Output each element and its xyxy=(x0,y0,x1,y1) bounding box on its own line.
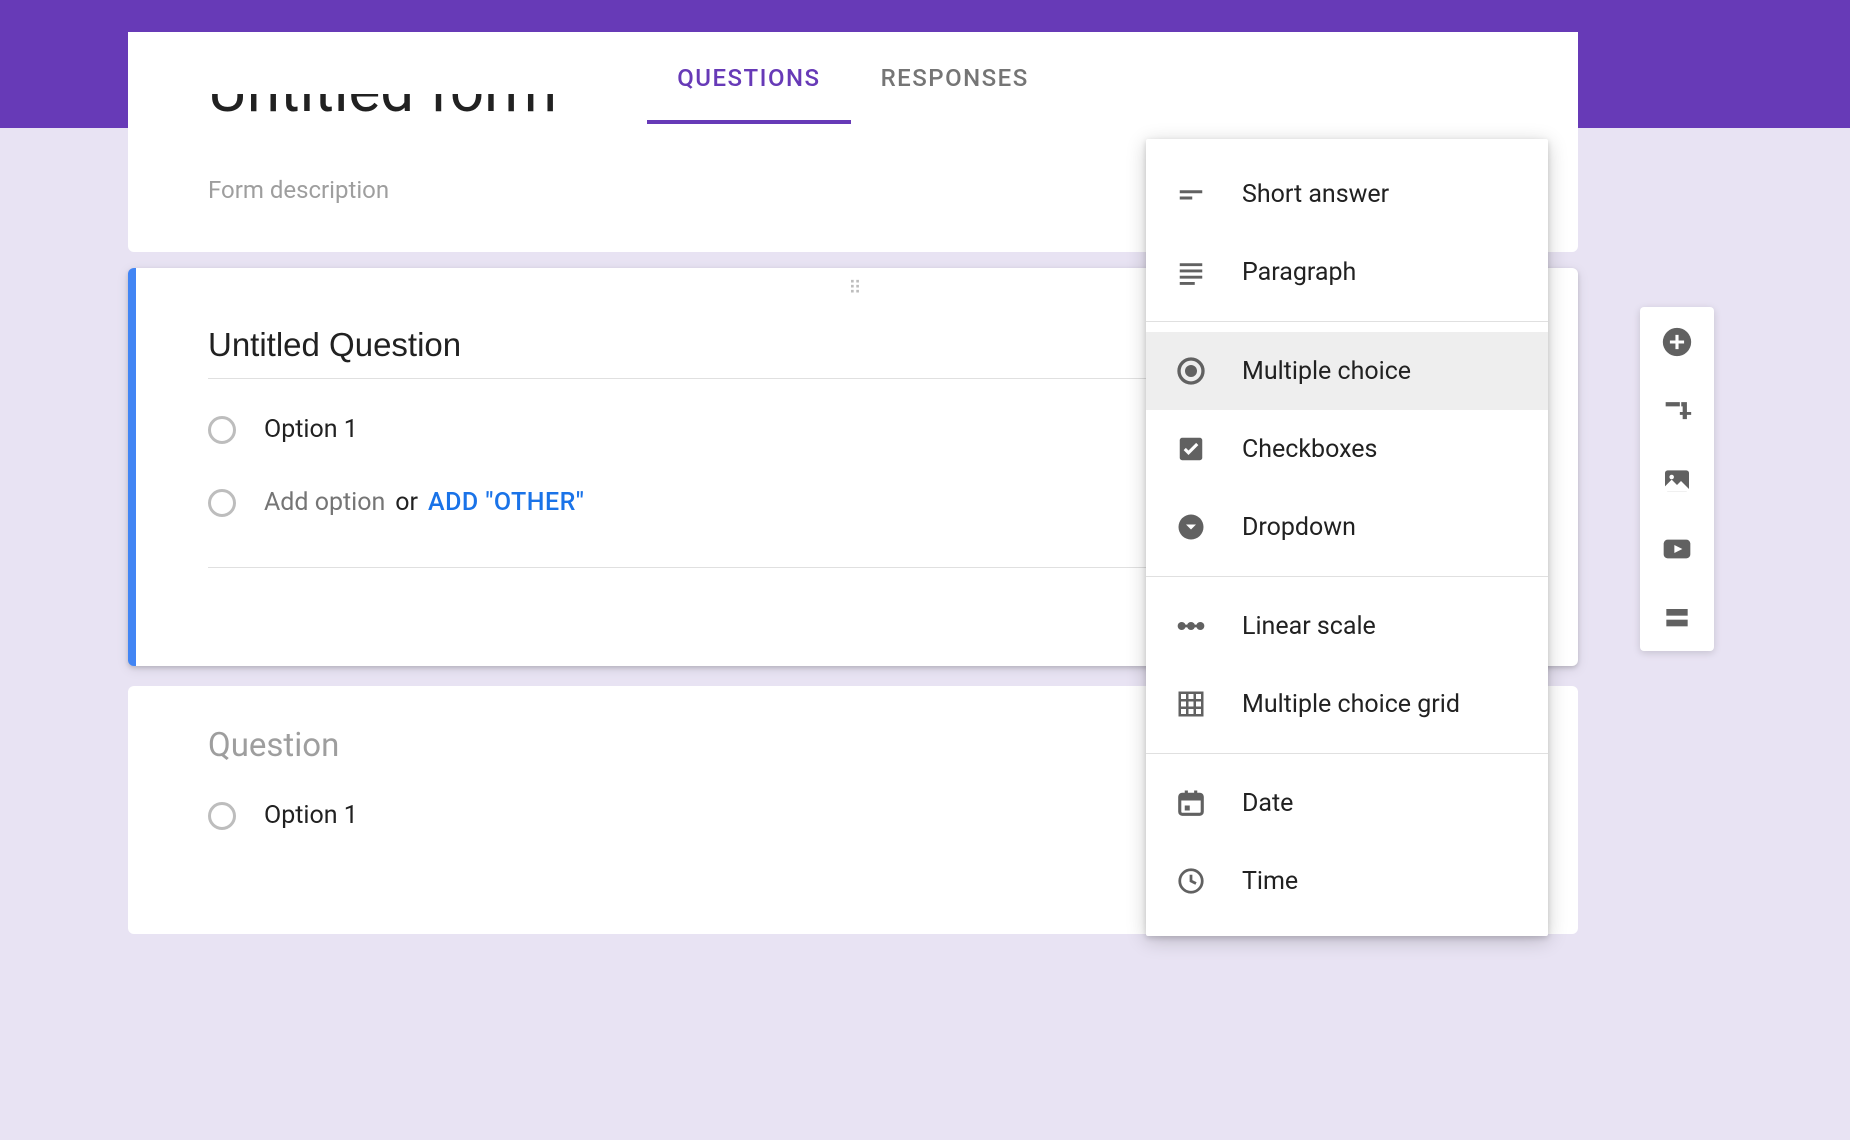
menu-item-multiple-choice[interactable]: Multiple choice xyxy=(1146,332,1548,410)
menu-label: Multiple choice grid xyxy=(1242,690,1460,719)
menu-label: Paragraph xyxy=(1242,258,1356,287)
add-question-button[interactable] xyxy=(1660,325,1694,359)
paragraph-icon xyxy=(1174,255,1208,289)
menu-item-checkboxes[interactable]: Checkboxes xyxy=(1146,410,1548,488)
menu-label: Date xyxy=(1242,789,1293,818)
calendar-icon xyxy=(1174,786,1208,820)
dropdown-icon xyxy=(1174,510,1208,544)
add-video-button[interactable] xyxy=(1661,533,1693,565)
radio-icon xyxy=(208,802,236,830)
menu-item-short-answer[interactable]: Short answer xyxy=(1146,155,1548,233)
menu-divider xyxy=(1146,753,1548,754)
menu-item-paragraph[interactable]: Paragraph xyxy=(1146,233,1548,311)
radio-icon xyxy=(208,416,236,444)
option-label[interactable]: Option 1 xyxy=(264,415,358,444)
add-option-link[interactable]: Add option xyxy=(264,488,385,517)
clock-icon xyxy=(1174,864,1208,898)
menu-divider xyxy=(1146,576,1548,577)
menu-label: Short answer xyxy=(1242,180,1389,209)
menu-item-multiple-choice-grid[interactable]: Multiple choice grid xyxy=(1146,665,1548,743)
grid-icon xyxy=(1174,687,1208,721)
menu-label: Dropdown xyxy=(1242,513,1356,542)
question-type-menu: Short answer Paragraph Multiple choice C… xyxy=(1146,139,1548,936)
linear-scale-icon xyxy=(1174,609,1208,643)
form-editor: QUESTIONS RESPONSES Untitled form Form d… xyxy=(128,32,1578,934)
menu-item-dropdown[interactable]: Dropdown xyxy=(1146,488,1548,566)
menu-label: Checkboxes xyxy=(1242,435,1377,464)
add-section-button[interactable] xyxy=(1661,601,1693,633)
menu-label: Time xyxy=(1242,867,1298,896)
drag-handle-icon[interactable]: ⠿ xyxy=(848,278,865,299)
menu-item-date[interactable]: Date xyxy=(1146,764,1548,842)
add-other-link[interactable]: ADD "OTHER" xyxy=(428,488,584,517)
menu-label: Multiple choice xyxy=(1242,357,1411,386)
menu-item-time[interactable]: Time xyxy=(1146,842,1548,920)
tab-responses[interactable]: RESPONSES xyxy=(851,32,1059,124)
radio-icon xyxy=(208,489,236,517)
add-title-button[interactable] xyxy=(1660,395,1694,429)
checkbox-icon xyxy=(1174,432,1208,466)
menu-label: Linear scale xyxy=(1242,612,1376,641)
or-text: or xyxy=(395,488,418,517)
add-image-button[interactable] xyxy=(1661,465,1693,497)
short-answer-icon xyxy=(1174,177,1208,211)
radio-selected-icon xyxy=(1174,354,1208,388)
option-label: Option 1 xyxy=(264,801,358,830)
tab-questions[interactable]: QUESTIONS xyxy=(647,32,850,124)
side-toolbar xyxy=(1640,307,1714,651)
menu-item-linear-scale[interactable]: Linear scale xyxy=(1146,587,1548,665)
menu-divider xyxy=(1146,321,1548,322)
